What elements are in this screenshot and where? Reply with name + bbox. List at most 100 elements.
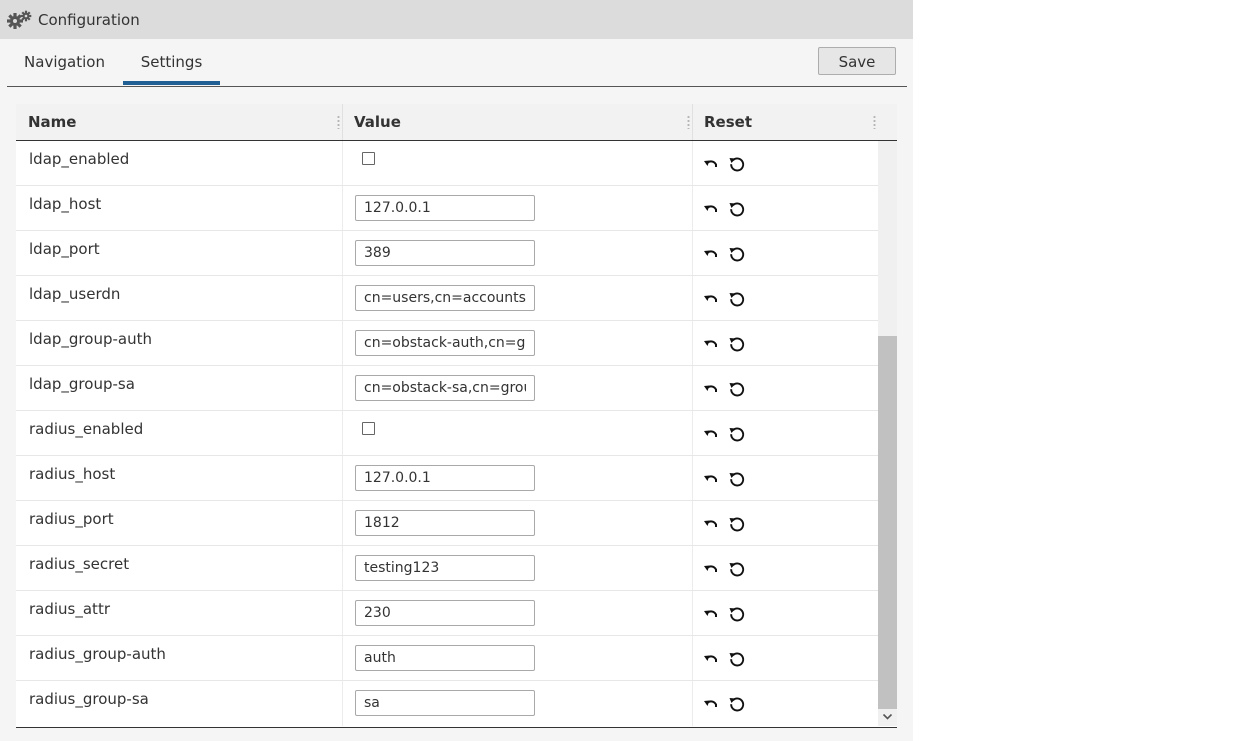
reset-default-icon[interactable] — [728, 606, 746, 624]
cell-divider — [692, 636, 693, 680]
tab-navigation[interactable]: Navigation — [7, 39, 122, 83]
setting-name: radius_port — [29, 510, 114, 528]
scrollbar-thumb[interactable] — [878, 336, 897, 709]
column-resize-grip[interactable] — [873, 115, 876, 129]
setting-name: radius_attr — [29, 600, 110, 618]
reset-default-icon[interactable] — [728, 471, 746, 489]
reset-default-icon[interactable] — [728, 696, 746, 714]
cell-divider — [342, 141, 343, 185]
value-input[interactable] — [355, 330, 535, 356]
cell-divider — [692, 276, 693, 320]
vertical-scrollbar[interactable] — [878, 141, 897, 726]
reset-default-icon[interactable] — [728, 291, 746, 309]
reset-default-icon[interactable] — [728, 201, 746, 219]
undo-icon[interactable] — [703, 427, 719, 443]
table-row: radius_secret — [16, 546, 878, 591]
cell-divider — [342, 186, 343, 230]
window-title: Configuration — [38, 10, 140, 29]
tab-settings[interactable]: Settings — [123, 39, 220, 85]
column-resize-grip[interactable] — [687, 115, 690, 129]
undo-icon[interactable] — [703, 697, 719, 713]
undo-icon[interactable] — [703, 337, 719, 353]
settings-grid: Name Value Reset ldap_enabled ldap_hostld… — [16, 104, 897, 728]
undo-icon[interactable] — [703, 652, 719, 668]
configuration-panel: Configuration Navigation Settings Save N… — [0, 0, 913, 741]
value-input[interactable] — [355, 195, 535, 221]
table-row: radius_attr — [16, 591, 878, 636]
setting-name: radius_group-auth — [29, 645, 166, 663]
undo-icon[interactable] — [703, 607, 719, 623]
reset-default-icon[interactable] — [728, 381, 746, 399]
setting-name: ldap_group-sa — [29, 375, 135, 393]
table-row: radius_group-auth — [16, 636, 878, 681]
cell-divider — [692, 591, 693, 635]
reset-default-icon[interactable] — [728, 561, 746, 579]
scroll-down-arrow-icon[interactable] — [882, 711, 893, 722]
grid-header: Name Value Reset — [16, 104, 897, 141]
value-input[interactable] — [355, 645, 535, 671]
cell-divider — [692, 141, 693, 185]
undo-icon[interactable] — [703, 517, 719, 533]
setting-name: ldap_enabled — [29, 150, 130, 168]
column-resize-grip[interactable] — [337, 115, 340, 129]
cell-divider — [342, 411, 343, 455]
cell-divider — [342, 231, 343, 275]
table-row: radius_enabled — [16, 411, 878, 456]
undo-icon[interactable] — [703, 202, 719, 218]
column-header-reset[interactable]: Reset — [692, 104, 878, 140]
value-input[interactable] — [355, 240, 535, 266]
reset-default-icon[interactable] — [728, 246, 746, 264]
reset-default-icon[interactable] — [728, 336, 746, 354]
cell-divider — [692, 681, 693, 726]
cell-divider — [692, 456, 693, 500]
value-checkbox[interactable] — [362, 152, 375, 165]
value-input[interactable] — [355, 600, 535, 626]
value-input[interactable] — [355, 690, 535, 716]
cell-divider — [342, 636, 343, 680]
setting-name: ldap_userdn — [29, 285, 121, 303]
undo-icon[interactable] — [703, 472, 719, 488]
cell-divider — [342, 546, 343, 590]
column-header-value-label: Value — [354, 113, 401, 131]
reset-default-icon[interactable] — [728, 426, 746, 444]
cell-divider — [342, 501, 343, 545]
value-input[interactable] — [355, 465, 535, 491]
gears-icon — [7, 10, 33, 30]
setting-name: radius_enabled — [29, 420, 144, 438]
table-row: ldap_host — [16, 186, 878, 231]
undo-icon[interactable] — [703, 247, 719, 263]
cell-divider — [692, 231, 693, 275]
cell-divider — [342, 366, 343, 410]
reset-default-icon[interactable] — [728, 516, 746, 534]
cell-divider — [692, 321, 693, 365]
value-checkbox[interactable] — [362, 422, 375, 435]
table-row: radius_host — [16, 456, 878, 501]
table-row: ldap_port — [16, 231, 878, 276]
table-row: radius_port — [16, 501, 878, 546]
column-header-name[interactable]: Name — [16, 104, 342, 140]
reset-default-icon[interactable] — [728, 156, 746, 174]
cell-divider — [342, 276, 343, 320]
cell-divider — [692, 186, 693, 230]
undo-icon[interactable] — [703, 382, 719, 398]
cell-divider — [692, 366, 693, 410]
value-input[interactable] — [355, 510, 535, 536]
table-row: ldap_group-auth — [16, 321, 878, 366]
undo-icon[interactable] — [703, 562, 719, 578]
undo-icon[interactable] — [703, 292, 719, 308]
table-row: ldap_enabled — [16, 141, 878, 186]
value-input[interactable] — [355, 285, 535, 311]
cell-divider — [342, 456, 343, 500]
reset-default-icon[interactable] — [728, 651, 746, 669]
table-row: ldap_group-sa — [16, 366, 878, 411]
column-header-value[interactable]: Value — [342, 104, 692, 140]
cell-divider — [342, 321, 343, 365]
save-button[interactable]: Save — [818, 47, 896, 75]
cell-divider — [692, 546, 693, 590]
undo-icon[interactable] — [703, 157, 719, 173]
value-input[interactable] — [355, 555, 535, 581]
tab-bar: Navigation Settings — [7, 39, 907, 87]
value-input[interactable] — [355, 375, 535, 401]
cell-divider — [342, 591, 343, 635]
setting-name: radius_group-sa — [29, 690, 149, 708]
